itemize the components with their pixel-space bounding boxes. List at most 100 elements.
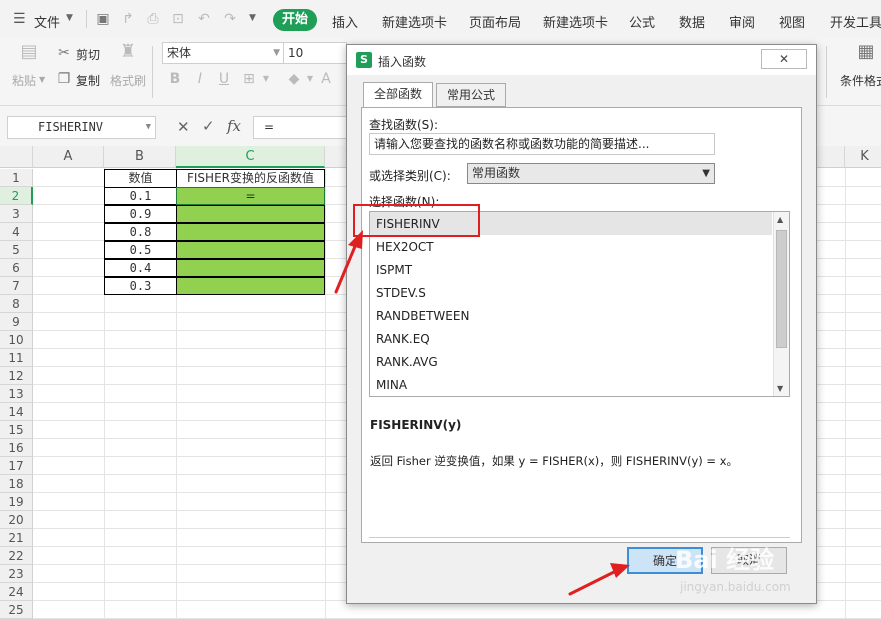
font-size-select[interactable]: 10 bbox=[283, 42, 347, 64]
bold-icon[interactable]: B bbox=[167, 71, 183, 87]
scroll-down-icon[interactable]: ▼ bbox=[777, 384, 783, 393]
function-item-mina[interactable]: MINA bbox=[376, 378, 407, 392]
function-item-randbetween[interactable]: RANDBETWEEN bbox=[376, 309, 469, 323]
function-item-ispmt[interactable]: ISPMT bbox=[376, 263, 412, 277]
tab-developer[interactable]: 开发工具 bbox=[830, 12, 881, 31]
paste-dropdown-icon[interactable]: ▼ bbox=[39, 75, 45, 84]
cell-b2[interactable]: 0.1 bbox=[104, 187, 177, 205]
redo-icon[interactable]: ↷ bbox=[222, 11, 238, 27]
row-header-23[interactable]: 23 bbox=[0, 565, 33, 583]
cell-c1[interactable]: FISHER变换的反函数值 bbox=[176, 169, 325, 188]
column-header-k[interactable]: K bbox=[845, 146, 881, 168]
format-painter-label[interactable]: 格式刷 bbox=[110, 72, 146, 89]
cell-c7[interactable] bbox=[176, 277, 325, 295]
row-header-15[interactable]: 15 bbox=[0, 421, 33, 439]
insert-function-button[interactable]: fx bbox=[227, 117, 241, 135]
cut-button[interactable]: 剪切 bbox=[76, 46, 100, 63]
name-box[interactable]: FISHERINV ▼ bbox=[7, 116, 156, 139]
fill-color-icon[interactable]: ◆ bbox=[286, 71, 302, 87]
paste-label[interactable]: 粘贴 bbox=[12, 72, 36, 89]
tab-new-1[interactable]: 新建选项卡 bbox=[382, 12, 447, 31]
quick-access-more-icon[interactable]: ▼ bbox=[249, 13, 256, 23]
print-icon[interactable]: ⎙ bbox=[145, 11, 161, 27]
border-dropdown-icon[interactable]: ▼ bbox=[258, 71, 274, 87]
cell-c4[interactable] bbox=[176, 223, 325, 241]
tab-page-layout[interactable]: 页面布局 bbox=[469, 12, 521, 31]
dialog-titlebar[interactable]: S 插入函数 ✕ bbox=[347, 45, 816, 75]
cell-c5[interactable] bbox=[176, 241, 325, 259]
row-header-2[interactable]: 2 bbox=[0, 187, 33, 205]
paste-icon[interactable]: ▤ bbox=[18, 43, 40, 66]
export-icon[interactable]: ↱ bbox=[120, 11, 136, 27]
file-menu[interactable]: 文件 bbox=[34, 12, 60, 31]
scroll-up-icon[interactable]: ▲ bbox=[777, 215, 783, 224]
underline-icon[interactable]: U bbox=[216, 71, 232, 87]
function-item-rank-eq[interactable]: RANK.EQ bbox=[376, 332, 430, 346]
copy-button[interactable]: 复制 bbox=[76, 72, 100, 89]
row-header-3[interactable]: 3 bbox=[0, 205, 33, 223]
tab-common-formulas[interactable]: 常用公式 bbox=[436, 83, 506, 107]
cell-c3[interactable] bbox=[176, 205, 325, 223]
row-header-24[interactable]: 24 bbox=[0, 583, 33, 601]
tab-formulas[interactable]: 公式 bbox=[629, 12, 655, 31]
row-header-6[interactable]: 6 bbox=[0, 259, 33, 277]
italic-icon[interactable]: I bbox=[192, 71, 208, 87]
function-item-rank-avg[interactable]: RANK.AVG bbox=[376, 355, 438, 369]
row-header-1[interactable]: 1 bbox=[0, 169, 33, 187]
row-header-4[interactable]: 4 bbox=[0, 223, 33, 241]
preview-icon[interactable]: ⊡ bbox=[170, 11, 186, 27]
column-header-a[interactable]: A bbox=[33, 146, 104, 168]
cell-b5[interactable]: 0.5 bbox=[104, 241, 177, 259]
row-header-14[interactable]: 14 bbox=[0, 403, 33, 421]
scissors-icon[interactable]: ✂ bbox=[56, 45, 72, 61]
copy-icon[interactable]: ❐ bbox=[56, 71, 72, 87]
tab-review[interactable]: 审阅 bbox=[729, 12, 755, 31]
close-button[interactable]: ✕ bbox=[761, 49, 807, 69]
tab-insert[interactable]: 插入 bbox=[332, 12, 358, 31]
function-list[interactable]: FISHERINV HEX2OCT ISPMT STDEV.S RANDBETW… bbox=[369, 211, 790, 397]
tab-all-functions[interactable]: 全部函数 bbox=[363, 82, 433, 108]
cell-b6[interactable]: 0.4 bbox=[104, 259, 177, 277]
tab-new-2[interactable]: 新建选项卡 bbox=[543, 12, 608, 31]
row-header-5[interactable]: 5 bbox=[0, 241, 33, 259]
save-icon[interactable]: ▣ bbox=[95, 11, 111, 27]
cell-b7[interactable]: 0.3 bbox=[104, 277, 177, 295]
category-select[interactable]: 常用函数 ▼ bbox=[467, 163, 715, 184]
column-header-c[interactable]: C bbox=[176, 146, 325, 168]
chevron-down-icon[interactable]: ▼ bbox=[66, 13, 73, 23]
list-scrollbar[interactable]: ▲ ▼ bbox=[773, 212, 789, 396]
confirm-check-icon[interactable]: ✓ bbox=[202, 117, 215, 135]
conditional-format-icon[interactable]: ▦ bbox=[855, 43, 877, 66]
row-header-10[interactable]: 10 bbox=[0, 331, 33, 349]
cancel-x-icon[interactable]: ✕ bbox=[177, 118, 190, 136]
row-header-16[interactable]: 16 bbox=[0, 439, 33, 457]
border-icon[interactable]: ⊞ bbox=[241, 71, 257, 87]
row-header-25[interactable]: 25 bbox=[0, 601, 33, 619]
cell-b4[interactable]: 0.8 bbox=[104, 223, 177, 241]
row-header-18[interactable]: 18 bbox=[0, 475, 33, 493]
tab-data[interactable]: 数据 bbox=[679, 12, 705, 31]
format-painter-icon[interactable]: ♜ bbox=[118, 43, 138, 66]
function-item-stdev-s[interactable]: STDEV.S bbox=[376, 286, 426, 300]
row-header-22[interactable]: 22 bbox=[0, 547, 33, 565]
undo-icon[interactable]: ↶ bbox=[196, 11, 212, 27]
row-header-17[interactable]: 17 bbox=[0, 457, 33, 475]
cell-b3[interactable]: 0.9 bbox=[104, 205, 177, 223]
fill-color-dropdown-icon[interactable]: ▼ bbox=[302, 71, 318, 87]
corner-select-all[interactable] bbox=[0, 146, 33, 168]
hamburger-icon[interactable]: ☰ bbox=[13, 11, 26, 27]
row-header-9[interactable]: 9 bbox=[0, 313, 33, 331]
cell-c2[interactable]: = bbox=[176, 187, 325, 205]
function-item-hex2oct[interactable]: HEX2OCT bbox=[376, 240, 434, 254]
scrollbar-thumb[interactable] bbox=[776, 230, 787, 348]
row-header-19[interactable]: 19 bbox=[0, 493, 33, 511]
cell-c6[interactable] bbox=[176, 259, 325, 277]
row-header-20[interactable]: 20 bbox=[0, 511, 33, 529]
row-header-8[interactable]: 8 bbox=[0, 295, 33, 313]
tab-home[interactable]: 开始 bbox=[273, 9, 317, 31]
row-header-11[interactable]: 11 bbox=[0, 349, 33, 367]
conditional-format-label[interactable]: 条件格式 bbox=[840, 72, 881, 89]
row-header-12[interactable]: 12 bbox=[0, 367, 33, 385]
font-name-select[interactable]: 宋体 ▼ bbox=[162, 42, 284, 64]
font-color-icon[interactable]: A bbox=[318, 71, 334, 87]
